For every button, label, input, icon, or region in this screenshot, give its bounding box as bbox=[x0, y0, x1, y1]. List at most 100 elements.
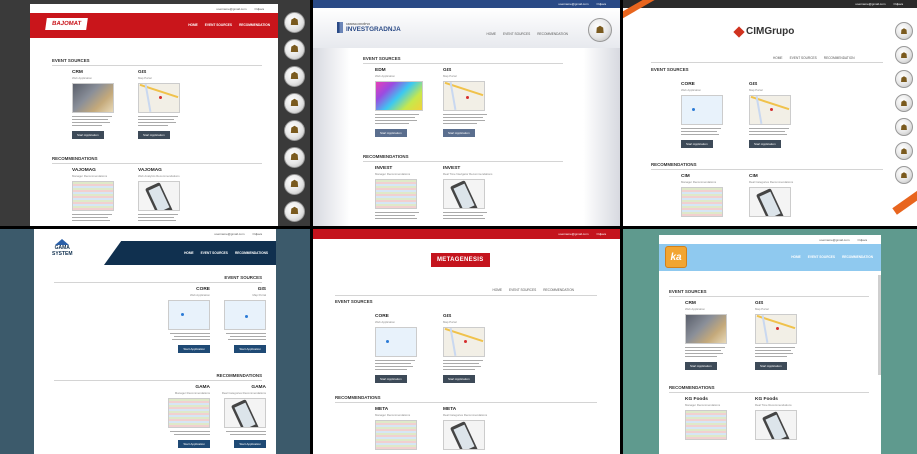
metagenesis-logo[interactable]: METAGENESIS bbox=[431, 253, 490, 267]
app-bubble-icon[interactable]: ☗ bbox=[284, 201, 305, 222]
card-title: GAMA bbox=[251, 385, 266, 390]
logout-link[interactable]: Odjava bbox=[596, 2, 606, 6]
nav-home[interactable]: HOME bbox=[184, 251, 194, 255]
start-application-button[interactable]: Start Application bbox=[755, 361, 787, 370]
app-bubble-icon[interactable]: ☗ bbox=[895, 94, 913, 112]
nav-recommendation[interactable]: RECOMMENDATION bbox=[239, 23, 270, 27]
user-email[interactable]: username@gmail.com bbox=[558, 2, 588, 6]
start-application-button[interactable]: Start Application bbox=[443, 128, 475, 137]
start-application-button[interactable]: Start Application bbox=[234, 439, 266, 448]
nav-event-sources[interactable]: EVENT SOURCES bbox=[503, 32, 530, 36]
app-bubble-icon[interactable]: ☗ bbox=[284, 174, 305, 195]
investgradnja-topline: username@gmail.com Odjava bbox=[313, 0, 620, 8]
nav-recommendation[interactable]: RECOMMENDATION bbox=[842, 255, 873, 259]
start-application-button[interactable]: Start Application bbox=[681, 139, 713, 148]
event-sources-heading: EVENT SOURCES bbox=[335, 299, 373, 304]
app-bubble-icon[interactable]: ☗ bbox=[895, 46, 913, 64]
logout-link[interactable]: Odjava bbox=[893, 2, 903, 6]
handshake-image bbox=[685, 314, 727, 344]
user-email[interactable]: username@gmail.com bbox=[216, 7, 246, 11]
app-bubble-icon[interactable]: ☗ bbox=[895, 166, 913, 184]
gama-logo[interactable]: GAMA SYSTEM bbox=[52, 239, 73, 257]
start-application-button[interactable]: Start Application bbox=[749, 139, 781, 148]
cim-logo[interactable]: CIMGrupo bbox=[733, 25, 795, 38]
start-application-button[interactable]: Start Application bbox=[685, 361, 717, 370]
start-application-button[interactable]: Start Application bbox=[138, 130, 170, 139]
nav-event-sources[interactable]: EVENT SOURCES bbox=[509, 288, 536, 292]
investgradnja-logo-text: INVESTGRADNJA bbox=[346, 25, 401, 33]
app-bubble-icon[interactable]: ☗ bbox=[895, 70, 913, 88]
nav-home[interactable]: HOME bbox=[791, 255, 801, 259]
ka-header: ka HOME EVENT SOURCES RECOMMENDATION bbox=[659, 244, 881, 271]
handshake-image bbox=[72, 83, 114, 113]
nav-recommendation[interactable]: RECOMMENDATION bbox=[543, 288, 574, 292]
bajomat-header: BAJOMAT HOME EVENT SOURCES RECOMMENDATIO… bbox=[30, 13, 278, 38]
card-subtitle: Map Portal bbox=[252, 293, 266, 297]
map-pin-icon bbox=[692, 108, 695, 111]
user-email[interactable]: username@gmail.com bbox=[214, 232, 244, 236]
card-gis: GIS Map Portal Start Application bbox=[138, 70, 202, 139]
gama-site: username@gmail.com Odjava GAMA SYSTEM HO… bbox=[34, 229, 276, 454]
table-image bbox=[72, 181, 114, 211]
divider bbox=[54, 380, 262, 381]
nav-recommendation[interactable]: RECOMMENDATION bbox=[537, 32, 568, 36]
app-bubble-icon[interactable]: ☗ bbox=[284, 39, 305, 60]
phone-image bbox=[443, 179, 485, 209]
app-bubble-icon[interactable]: ☗ bbox=[895, 118, 913, 136]
nav-home[interactable]: HOME bbox=[486, 32, 496, 36]
nav-recommendation[interactable]: RECOMMENDATION bbox=[824, 56, 855, 60]
user-email[interactable]: username@gmail.com bbox=[558, 232, 588, 236]
start-application-button[interactable]: Start Application bbox=[234, 344, 266, 353]
nav-home[interactable]: HOME bbox=[188, 23, 198, 27]
scrollbar[interactable] bbox=[878, 275, 881, 375]
table-image bbox=[685, 410, 727, 440]
card-gis: GIS Map Portal Start Application bbox=[755, 301, 819, 370]
nav-event-sources[interactable]: EVENT SOURCES bbox=[201, 251, 228, 255]
nav-home[interactable]: HOME bbox=[773, 56, 783, 60]
divider bbox=[54, 282, 262, 283]
recommendations-heading: RECOMMENDATIONS bbox=[216, 373, 262, 378]
app-bubble-icon[interactable]: ☗ bbox=[284, 93, 305, 114]
card-description bbox=[443, 360, 507, 371]
start-application-button[interactable]: Start Application bbox=[443, 374, 475, 383]
card-title: CORE bbox=[681, 82, 695, 87]
user-email[interactable]: username@gmail.com bbox=[855, 2, 885, 6]
card-title: KG Foods bbox=[685, 397, 708, 402]
logout-link[interactable]: Odjava bbox=[254, 7, 264, 11]
app-bubble-icon[interactable]: ☗ bbox=[284, 120, 305, 141]
nav-home[interactable]: HOME bbox=[492, 288, 502, 292]
cubes-image bbox=[375, 81, 423, 111]
app-bubble-icon[interactable]: ☗ bbox=[588, 18, 612, 42]
card-subtitle: Manager Recommendations bbox=[375, 413, 411, 417]
app-bubble-icon[interactable]: ☗ bbox=[284, 147, 305, 168]
card-description bbox=[375, 360, 439, 371]
investgradnja-site: username@gmail.com Odjava GRADNJA DRUŠTV… bbox=[313, 0, 620, 226]
cim-logo-text: CIMGrupo bbox=[746, 26, 795, 37]
nav-event-sources[interactable]: EVENT SOURCES bbox=[205, 23, 232, 27]
bajomat-logo[interactable]: BAJOMAT bbox=[45, 18, 89, 30]
logout-link[interactable]: Odjava bbox=[252, 232, 262, 236]
nav-event-sources[interactable]: EVENT SOURCES bbox=[808, 255, 835, 259]
phone-image bbox=[443, 420, 485, 450]
user-email[interactable]: username@gmail.com bbox=[819, 238, 849, 242]
table-image bbox=[375, 420, 417, 450]
metagenesis-nav: HOME EVENT SOURCES RECOMMENDATION bbox=[492, 288, 574, 292]
start-application-button[interactable]: Start Application bbox=[375, 374, 407, 383]
app-bubble-icon[interactable]: ☗ bbox=[284, 12, 305, 33]
app-bubble-icon[interactable]: ☗ bbox=[895, 142, 913, 160]
start-application-button[interactable]: Start Application bbox=[72, 130, 104, 139]
card-title: GIS bbox=[257, 287, 266, 292]
investgradnja-logo[interactable]: GRADNJA DRUŠTVO INVESTGRADNJA bbox=[337, 22, 401, 33]
start-application-button[interactable]: Start Application bbox=[375, 128, 407, 137]
card-title: CORE bbox=[375, 314, 389, 319]
logout-link[interactable]: Odjava bbox=[857, 238, 867, 242]
logout-link[interactable]: Odjava bbox=[596, 232, 606, 236]
nav-event-sources[interactable]: EVENT SOURCES bbox=[790, 56, 817, 60]
recommendations-heading: RECOMMENDATIONS bbox=[52, 156, 98, 161]
card-description bbox=[202, 333, 266, 341]
app-bubble-icon[interactable]: ☗ bbox=[284, 66, 305, 87]
ka-logo[interactable]: ka bbox=[665, 246, 687, 268]
nav-recommendations[interactable]: RECOMMENDATIONS bbox=[235, 251, 268, 255]
app-bubble-icon[interactable]: ☗ bbox=[895, 22, 913, 40]
card-title: GAMA bbox=[195, 385, 210, 390]
